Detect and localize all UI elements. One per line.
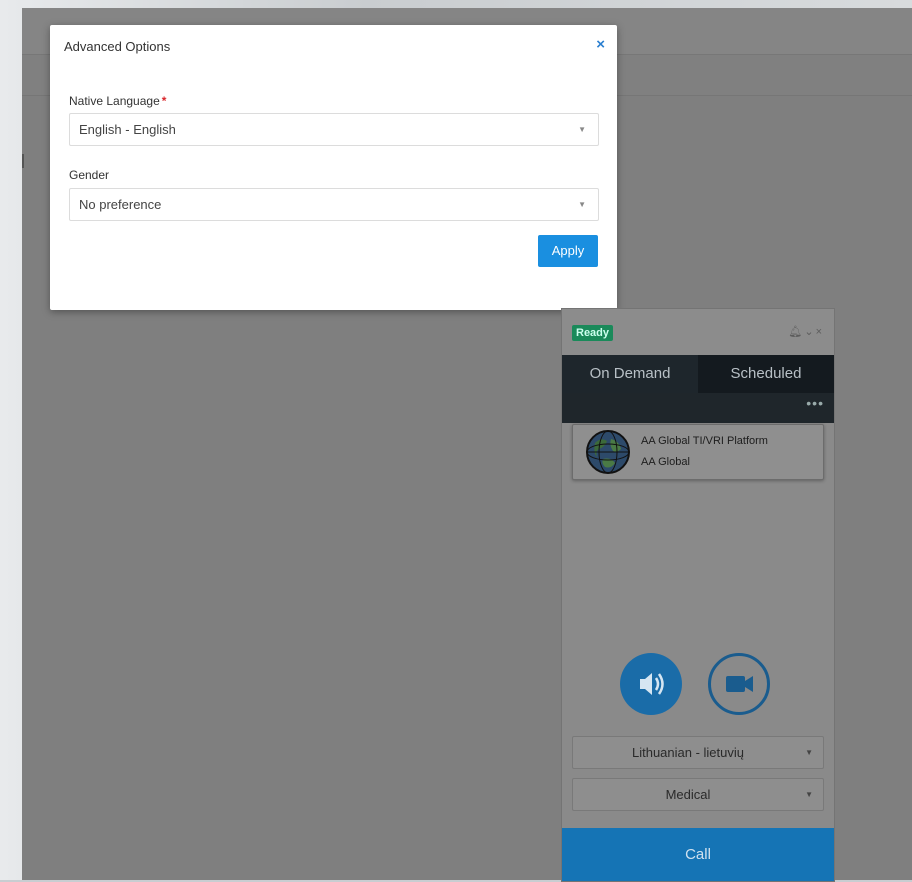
tab-on-demand[interactable]: On Demand (562, 355, 698, 393)
widget-controls: 🔔︎⌄× (788, 325, 824, 338)
caret-down-icon: ▼ (578, 200, 586, 209)
widget-header: Ready 🔔︎⌄× (562, 309, 834, 355)
apply-button[interactable]: Apply (538, 235, 598, 267)
interpreter-widget: Ready 🔔︎⌄× On Demand Scheduled ••• AA Gl… (561, 308, 835, 882)
video-camera-icon (726, 676, 753, 692)
close-icon[interactable]: × (816, 326, 824, 338)
native-language-label: Native Language * (69, 94, 166, 108)
specialty-select[interactable]: Medical ▼ (572, 778, 824, 811)
edge-marker (22, 154, 24, 168)
close-icon[interactable]: × (596, 36, 605, 53)
provider-name: AA Global TI/VRI Platform (641, 435, 768, 447)
tab-scheduled[interactable]: Scheduled (698, 355, 834, 393)
caret-down-icon: ▼ (805, 790, 813, 799)
chevron-down-icon[interactable]: ⌄ (804, 326, 815, 338)
audio-call-button[interactable] (620, 653, 682, 715)
caret-down-icon: ▼ (578, 125, 586, 134)
bell-icon[interactable]: 🔔︎ (788, 326, 804, 338)
advanced-options-modal: Advanced Options × Native Language * Engl… (50, 25, 617, 310)
status-badge: Ready (572, 325, 614, 341)
gender-value: No preference (79, 197, 162, 212)
call-button[interactable]: Call (562, 828, 834, 881)
specialty-value: Medical (665, 787, 711, 802)
gender-select[interactable]: No preference ▼ (69, 188, 599, 221)
video-call-button[interactable] (708, 653, 770, 715)
caret-down-icon: ▼ (805, 748, 813, 757)
widget-tabs: On Demand Scheduled (562, 355, 834, 393)
modal-title: Advanced Options (64, 39, 171, 54)
more-options-icon[interactable]: ••• (806, 395, 824, 411)
language-select[interactable]: Lithuanian - lietuvių ▼ (572, 736, 824, 769)
required-marker: * (161, 94, 167, 108)
globe-icon (586, 430, 630, 474)
provider-card[interactable]: AA Global TI/VRI Platform AA Global (572, 424, 824, 480)
native-language-value: English - English (79, 122, 176, 137)
speaker-icon (640, 673, 664, 695)
native-language-label-text: Native Language (69, 94, 160, 108)
provider-org: AA Global (641, 456, 690, 468)
native-language-select[interactable]: English - English ▼ (69, 113, 599, 146)
language-value: Lithuanian - lietuvių (631, 745, 745, 760)
toolbar: ••• (562, 393, 834, 423)
call-mode-buttons (562, 649, 834, 719)
gender-label: Gender (69, 168, 110, 182)
